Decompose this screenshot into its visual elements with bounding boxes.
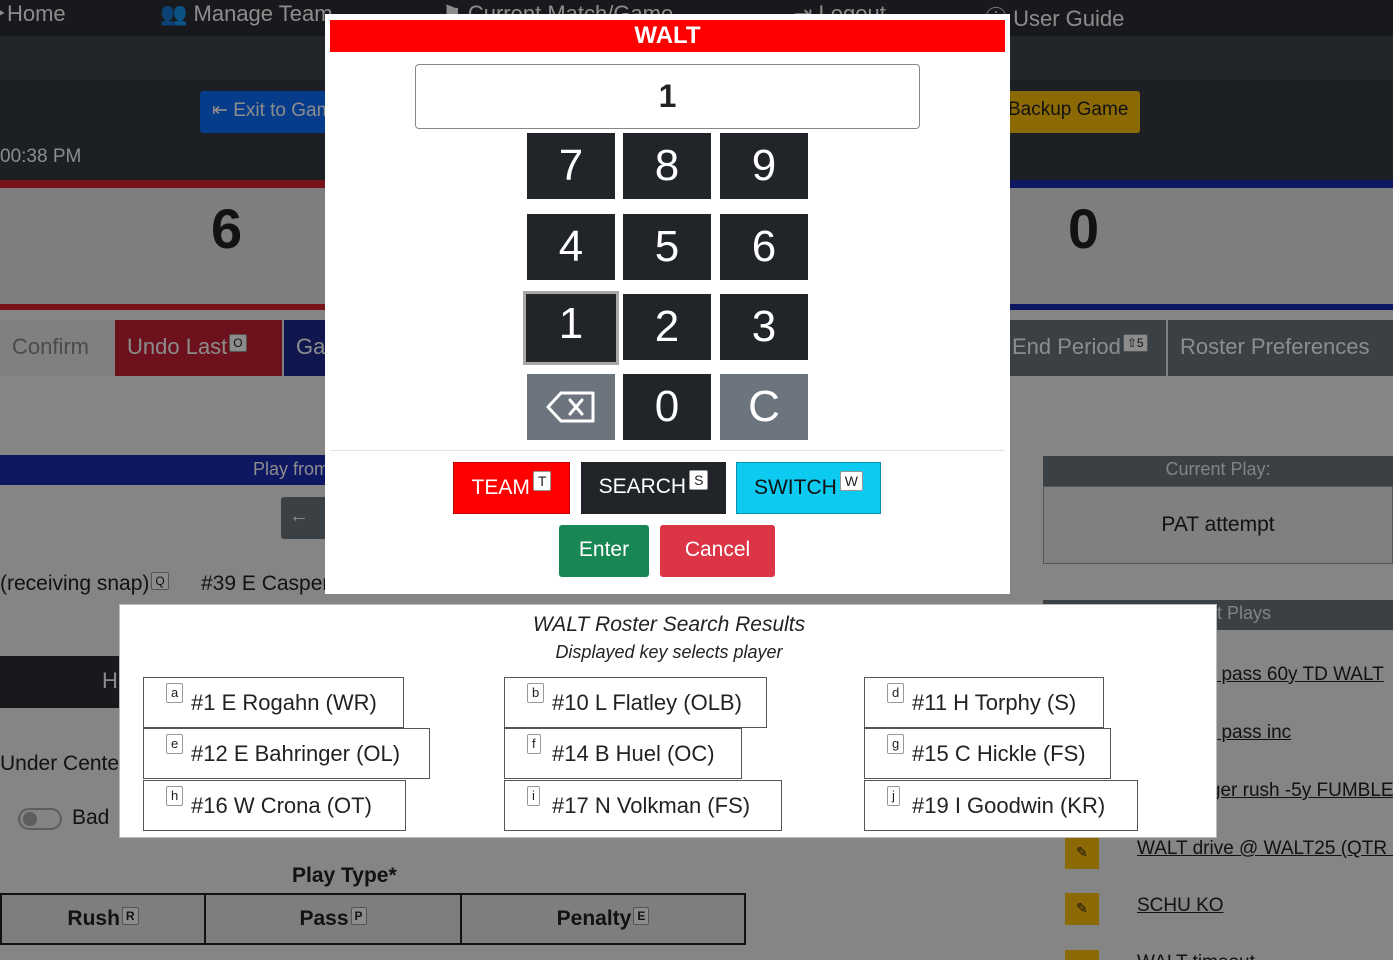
roster-search-results: WALT Roster Search Results Displayed key…	[119, 604, 1217, 838]
keypad-4[interactable]: 4	[527, 214, 615, 280]
shortcut-key: W	[839, 471, 864, 491]
player-option[interactable]: j #19 I Goodwin (KR)	[864, 780, 1138, 831]
keypad-3[interactable]: 3	[720, 294, 808, 360]
modal-title: WALT	[330, 20, 1005, 52]
keypad-5[interactable]: 5	[623, 214, 711, 280]
jersey-number-display[interactable]: 1	[415, 64, 920, 129]
shortcut-key: T	[532, 471, 552, 491]
shortcut-key: d	[887, 683, 905, 703]
backspace-icon	[546, 391, 595, 423]
keypad-8[interactable]: 8	[623, 133, 711, 199]
backspace-key[interactable]	[527, 374, 615, 440]
modal-divider	[330, 450, 1005, 451]
shortcut-key: e	[166, 734, 184, 754]
player-option[interactable]: a #1 E Rogahn (WR)	[143, 677, 404, 728]
keypad-2[interactable]: 2	[623, 294, 711, 360]
keypad-1[interactable]: 1	[523, 291, 619, 365]
number-entry-modal: WALT 1 7 8 9 4 5 6 1 2 3 0 C TEAM T SEARC…	[325, 14, 1010, 594]
keypad-9[interactable]: 9	[720, 133, 808, 199]
clear-key[interactable]: C	[720, 374, 808, 440]
keypad-0[interactable]: 0	[623, 374, 711, 440]
shortcut-key: i	[527, 786, 540, 806]
player-option[interactable]: i #17 N Volkman (FS)	[504, 780, 782, 831]
shortcut-key: g	[887, 734, 905, 754]
player-option[interactable]: h #16 W Crona (OT)	[143, 780, 406, 831]
enter-button[interactable]: Enter	[559, 525, 649, 577]
player-option[interactable]: g #15 C Hickle (FS)	[864, 728, 1111, 779]
shortcut-key: b	[527, 683, 545, 703]
shortcut-key: h	[166, 786, 184, 806]
search-button[interactable]: SEARCH S	[581, 462, 726, 514]
keypad-7[interactable]: 7	[527, 133, 615, 199]
keypad-6[interactable]: 6	[720, 214, 808, 280]
shortcut-key: a	[166, 683, 184, 703]
player-option[interactable]: b #10 L Flatley (OLB)	[504, 677, 767, 728]
shortcut-key: j	[887, 786, 900, 806]
player-option[interactable]: e #12 E Bahringer (OL)	[143, 728, 430, 779]
roster-results-subtitle: Displayed key selects player	[555, 642, 783, 662]
team-button[interactable]: TEAM T	[453, 462, 570, 514]
player-option[interactable]: f #14 B Huel (OC)	[504, 728, 742, 779]
player-option[interactable]: d #11 H Torphy (S)	[864, 677, 1104, 728]
roster-results-title: WALT Roster Search Results	[532, 613, 806, 636]
cancel-button[interactable]: Cancel	[660, 525, 775, 577]
shortcut-key: S	[689, 470, 709, 490]
shortcut-key: f	[527, 734, 541, 754]
switch-button[interactable]: SWITCH W	[736, 462, 881, 514]
